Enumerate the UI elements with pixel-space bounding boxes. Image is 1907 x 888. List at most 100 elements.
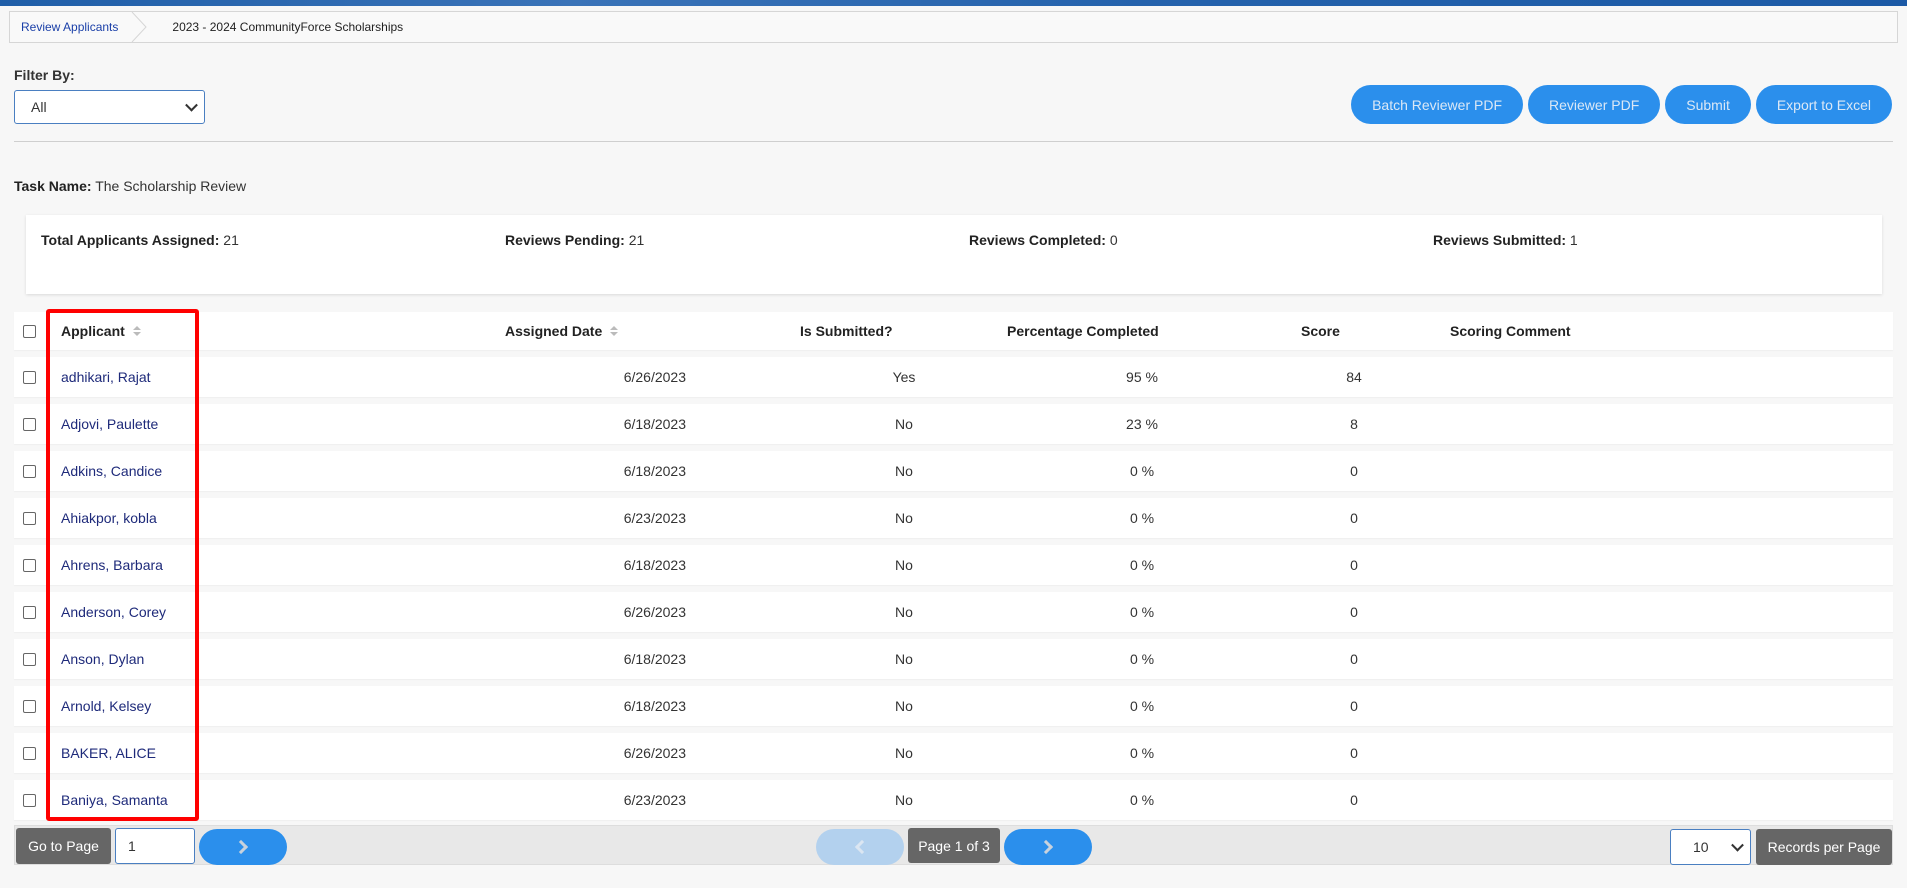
percentage-completed: 0 % — [1129, 651, 1155, 667]
page-number-input[interactable] — [115, 828, 195, 864]
applicant-link[interactable]: Anson, Dylan — [61, 651, 144, 667]
chevron-right-icon — [233, 839, 249, 855]
records-per-page-label: Records per Page — [1756, 829, 1892, 865]
percentage-completed: 0 % — [1129, 463, 1155, 479]
assigned-date: 6/18/2023 — [623, 557, 686, 573]
is-submitted: Yes — [892, 369, 916, 385]
stat-reviews-pending: Reviews Pending: 21 — [505, 232, 644, 248]
chevron-down-icon — [1731, 838, 1744, 852]
assigned-date: 6/18/2023 — [623, 698, 686, 714]
breadcrumb-link[interactable]: Review Applicants — [21, 20, 134, 34]
breadcrumb-current: 2023 - 2024 CommunityForce Scholarships — [172, 20, 404, 34]
row-checkbox[interactable] — [23, 558, 36, 572]
previous-page-button[interactable] — [816, 829, 904, 865]
row-checkbox[interactable] — [23, 793, 36, 807]
assigned-date: 6/26/2023 — [623, 604, 686, 620]
applicant-link[interactable]: Anderson, Corey — [61, 604, 166, 620]
header-scoring-comment: Scoring Comment — [1450, 323, 1571, 339]
applicant-link[interactable]: Ahrens, Barbara — [61, 557, 163, 573]
filter-select[interactable]: All — [14, 90, 205, 124]
is-submitted: No — [895, 745, 913, 761]
is-submitted: No — [895, 604, 913, 620]
is-submitted: No — [895, 510, 913, 526]
sort-icon[interactable] — [610, 326, 619, 338]
assigned-date: 6/18/2023 — [623, 463, 686, 479]
assigned-date: 6/23/2023 — [623, 510, 686, 526]
score: 0 — [1350, 651, 1358, 667]
row-checkbox[interactable] — [23, 417, 36, 431]
table-row: Anderson, Corey 6/26/2023 No 0 % 0 — [14, 592, 1893, 632]
table-row: Baniya, Samanta 6/23/2023 No 0 % 0 — [14, 780, 1893, 820]
top-banner — [0, 0, 1907, 6]
row-checkbox[interactable] — [23, 652, 36, 666]
pagination-bar: Go to Page Page 1 of 3 10 Records per Pa… — [14, 825, 1893, 865]
percentage-completed: 23 % — [1126, 416, 1158, 432]
applicant-link[interactable]: Arnold, Kelsey — [61, 698, 151, 714]
sort-icon[interactable] — [132, 326, 141, 338]
select-all-checkbox[interactable] — [23, 324, 36, 338]
batch-reviewer-pdf-button[interactable]: Batch Reviewer PDF — [1351, 85, 1524, 124]
stat-label: Reviews Pending: — [505, 232, 625, 248]
percentage-completed: 0 % — [1129, 604, 1155, 620]
assigned-date: 6/26/2023 — [623, 369, 686, 385]
percentage-completed: 0 % — [1129, 510, 1155, 526]
assigned-date: 6/18/2023 — [623, 651, 686, 667]
table-row: Ahrens, Barbara 6/18/2023 No 0 % 0 — [14, 545, 1893, 585]
header-score: Score — [1301, 323, 1340, 339]
reviewer-pdf-button[interactable]: Reviewer PDF — [1528, 85, 1661, 124]
applicant-link[interactable]: adhikari, Rajat — [61, 369, 151, 385]
applicant-link[interactable]: Adkins, Candice — [61, 463, 162, 479]
percentage-completed: 95 % — [1126, 369, 1158, 385]
export-to-excel-button[interactable]: Export to Excel — [1755, 85, 1892, 124]
stat-reviews-completed: Reviews Completed: 0 — [969, 232, 1118, 248]
header-assigned-date-label: Assigned Date — [505, 323, 603, 339]
applicant-link[interactable]: Ahiakpor, kobla — [61, 510, 157, 526]
stat-label: Reviews Submitted: — [1433, 232, 1567, 248]
row-checkbox[interactable] — [23, 746, 36, 760]
row-checkbox[interactable] — [23, 605, 36, 619]
percentage-completed: 0 % — [1129, 698, 1155, 714]
next-page-button[interactable] — [1004, 829, 1092, 865]
breadcrumb-item-current: 2023 - 2024 CommunityForce Scholarships — [145, 12, 414, 42]
row-checkbox[interactable] — [23, 511, 36, 525]
records-per-page-select[interactable]: 10 — [1670, 829, 1751, 865]
score: 0 — [1350, 698, 1358, 714]
is-submitted: No — [895, 557, 913, 573]
stat-label: Reviews Completed: — [969, 232, 1106, 248]
applicant-link[interactable]: Adjovi, Paulette — [61, 416, 158, 432]
breadcrumb-item-review-applicants[interactable]: Review Applicants — [10, 12, 148, 42]
table-body: adhikari, Rajat 6/26/2023 Yes 95 % 84 Adjovi,… — [14, 357, 1893, 820]
applicant-link[interactable]: Baniya, Samanta — [61, 792, 168, 808]
percentage-completed: 0 % — [1129, 557, 1155, 573]
task-name-value: The Scholarship Review — [95, 178, 247, 194]
stat-value: 21 — [628, 232, 645, 248]
submit-button[interactable]: Submit — [1665, 85, 1751, 124]
filter-selected-value: All — [31, 99, 47, 115]
row-checkbox[interactable] — [23, 699, 36, 713]
is-submitted: No — [895, 792, 913, 808]
stat-reviews-submitted: Reviews Submitted: 1 — [1433, 232, 1578, 248]
applicants-table: Applicant Assigned Date Is Submitted? Pe… — [14, 312, 1893, 827]
table-row: Adjovi, Paulette 6/18/2023 No 23 % 8 — [14, 404, 1893, 444]
go-to-page-label: Go to Page — [16, 828, 111, 864]
header-applicant[interactable]: Applicant — [61, 323, 141, 339]
header-assigned-date[interactable]: Assigned Date — [505, 323, 619, 339]
row-checkbox[interactable] — [23, 464, 36, 478]
table-row: Anson, Dylan 6/18/2023 No 0 % 0 — [14, 639, 1893, 679]
is-submitted: No — [895, 416, 913, 432]
action-buttons: Batch Reviewer PDF Reviewer PDF Submit E… — [1351, 85, 1892, 124]
percentage-completed: 0 % — [1129, 745, 1155, 761]
row-checkbox[interactable] — [23, 370, 36, 384]
chevron-right-icon — [1038, 839, 1054, 855]
score: 8 — [1350, 416, 1358, 432]
applicant-link[interactable]: BAKER, ALICE — [61, 745, 156, 761]
is-submitted: No — [895, 463, 913, 479]
assigned-date: 6/23/2023 — [623, 792, 686, 808]
score: 0 — [1350, 557, 1358, 573]
assigned-date: 6/26/2023 — [623, 745, 686, 761]
go-to-page-button[interactable] — [199, 829, 287, 865]
task-name: Task Name: The Scholarship Review — [14, 178, 246, 194]
chevron-left-icon — [854, 839, 870, 855]
stats-panel: Total Applicants Assigned: 21 Reviews Pe… — [26, 215, 1882, 294]
percentage-completed: 0 % — [1129, 792, 1155, 808]
